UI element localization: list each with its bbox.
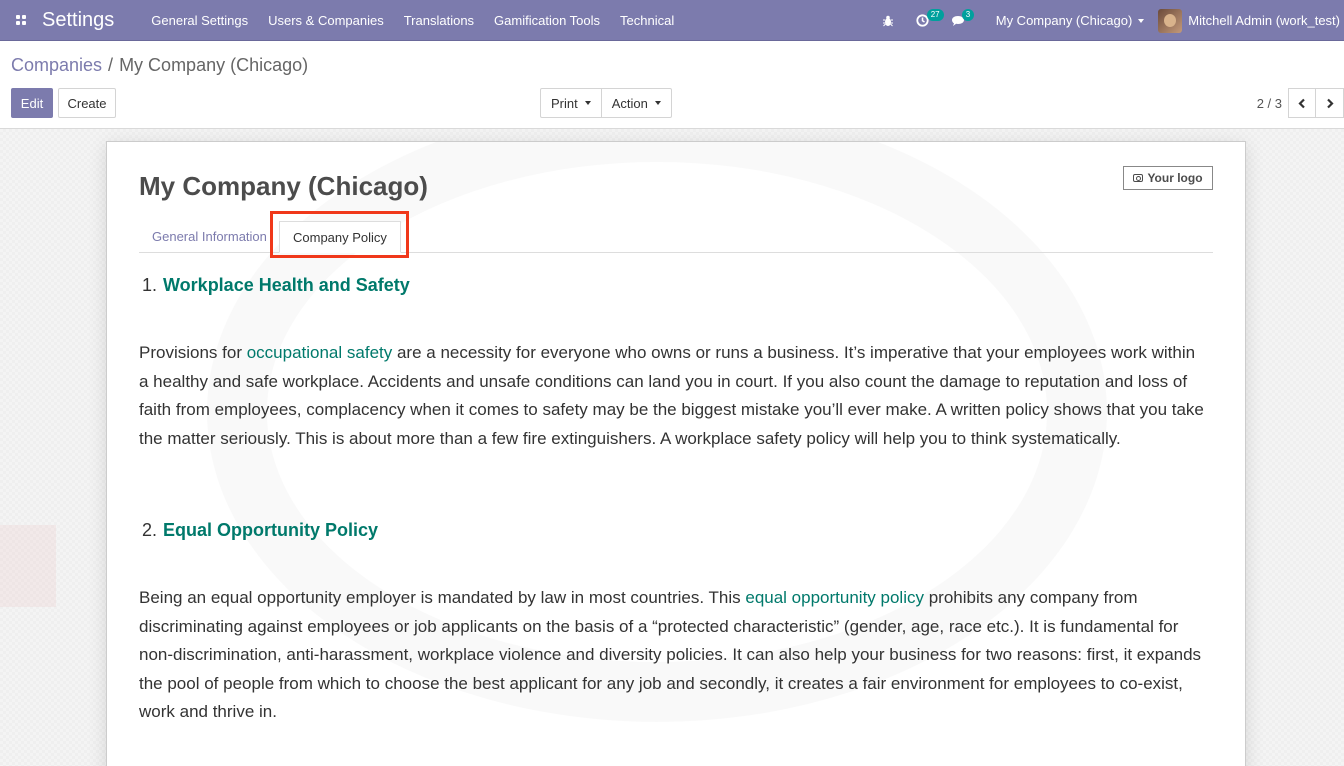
policy-body: Provisions for occupational safety are a… <box>139 339 1209 453</box>
logo-label: Your logo <box>1147 171 1203 185</box>
camera-icon <box>1133 174 1144 182</box>
menu-gamification-tools[interactable]: Gamification Tools <box>484 0 610 41</box>
user-name: Mitchell Admin (work_test) <box>1188 13 1340 28</box>
tab-general-information[interactable]: General Information <box>139 220 280 253</box>
top-navbar: Settings General Settings Users & Compan… <box>0 0 1344 41</box>
avatar <box>1158 8 1183 33</box>
breadcrumb-separator: / <box>108 55 114 75</box>
policy-item: 2. Equal Opportunity Policy <box>139 520 1209 541</box>
policy-heading: 2. Equal Opportunity Policy <box>139 520 1209 541</box>
tab-highlight-annotation <box>270 211 409 258</box>
sidebar-actions: Print Action <box>540 88 672 118</box>
background-decoration <box>0 525 56 607</box>
policy-heading: 1. Workplace Health and Safety <box>139 275 1209 296</box>
company-switcher[interactable]: My Company (Chicago) <box>986 13 1159 28</box>
apps-menu-icon[interactable] <box>0 0 42 41</box>
pager-value[interactable]: 2 / 3 <box>1257 96 1282 111</box>
menu-translations[interactable]: Translations <box>394 0 484 41</box>
occupational-safety-link[interactable]: occupational safety <box>247 343 393 362</box>
messages-chat-icon[interactable]: 3 <box>940 0 976 41</box>
chevron-down-icon <box>584 101 591 105</box>
menu-technical[interactable]: Technical <box>610 0 684 41</box>
company-logo-upload[interactable]: Your logo <box>1123 166 1213 190</box>
form-sheet: My Company (Chicago) Your logo General I… <box>106 141 1246 766</box>
chevron-left-icon <box>1298 98 1305 108</box>
action-label: Action <box>611 95 648 111</box>
pager-next-button[interactable] <box>1316 88 1344 118</box>
activity-clock-icon[interactable]: 27 <box>905 0 944 41</box>
action-dropdown[interactable]: Action <box>600 89 671 117</box>
policy-number: 2. <box>142 520 158 540</box>
equal-opportunity-policy-link[interactable]: equal opportunity policy <box>745 588 924 607</box>
company-name-title: My Company (Chicago) <box>139 171 428 201</box>
breadcrumb-companies-link[interactable]: Companies <box>11 55 102 75</box>
pager: 2 / 3 <box>1257 88 1344 118</box>
breadcrumb-current: My Company (Chicago) <box>119 55 309 75</box>
policy-item: 1. Workplace Health and Safety <box>139 275 1209 296</box>
policy-number: 1. <box>142 275 158 295</box>
print-label: Print <box>551 95 578 111</box>
debug-bug-icon[interactable] <box>871 0 905 41</box>
chevron-down-icon <box>654 101 661 105</box>
print-dropdown[interactable]: Print <box>541 89 601 117</box>
chevron-right-icon <box>1326 98 1334 108</box>
message-count-badge: 3 <box>961 9 975 21</box>
pager-previous-button[interactable] <box>1288 88 1316 118</box>
policy-title: Equal Opportunity Policy <box>163 520 379 540</box>
policy-body-text: prohibits any company from discriminatin… <box>139 588 1202 722</box>
breadcrumb: Companies / My Company (Chicago) <box>11 55 308 76</box>
policy-body: Being an equal opportunity employer is m… <box>139 584 1209 727</box>
policy-title: Workplace Health and Safety <box>163 275 410 295</box>
form-view-area: My Company (Chicago) Your logo General I… <box>0 129 1344 766</box>
app-title[interactable]: Settings <box>42 9 114 32</box>
menu-users-companies[interactable]: Users & Companies <box>258 0 394 41</box>
menu-general-settings[interactable]: General Settings <box>141 0 258 41</box>
company-switcher-label: My Company (Chicago) <box>995 13 1133 28</box>
control-panel: Companies / My Company (Chicago) Edit Crea… <box>0 41 1344 129</box>
user-menu[interactable]: Mitchell Admin (work_test) <box>1158 8 1344 33</box>
create-button[interactable]: Create <box>58 88 116 118</box>
policy-body-text: Being an equal opportunity employer is m… <box>139 588 746 607</box>
edit-button[interactable]: Edit <box>11 88 53 118</box>
policy-body-text: Provisions for <box>139 343 247 362</box>
chevron-down-icon <box>1138 18 1145 23</box>
